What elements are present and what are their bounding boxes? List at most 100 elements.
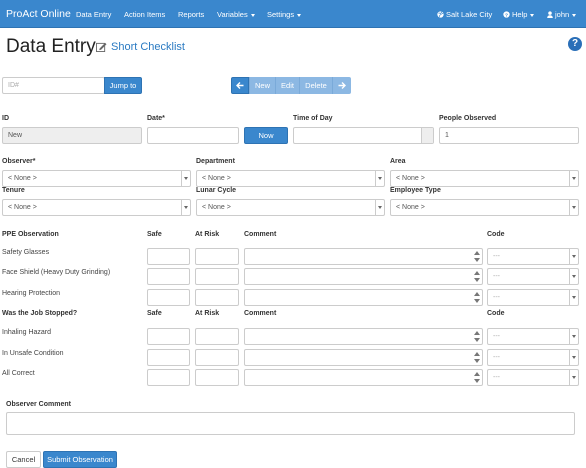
resize-stepper-icon <box>474 351 480 364</box>
page-title: Data Entry <box>6 36 96 57</box>
observer-select[interactable]: < None > <box>2 170 191 187</box>
brand-logo[interactable]: ProAct Online <box>6 8 71 20</box>
next-button[interactable] <box>332 77 351 94</box>
new-button[interactable]: New <box>249 77 275 94</box>
tenure-label: Tenure <box>2 187 25 194</box>
comment-input[interactable] <box>244 349 483 366</box>
observation-row-label: In Unsafe Condition <box>2 350 64 357</box>
employee-type-select[interactable]: < None > <box>390 199 579 216</box>
safe-count-input[interactable] <box>147 328 190 345</box>
code-select[interactable]: --- <box>487 369 579 386</box>
safe-count-input[interactable] <box>147 248 190 265</box>
nav-help[interactable]: ? Help <box>503 10 535 19</box>
resize-stepper-icon <box>474 291 480 304</box>
time-of-day-label: Time of Day <box>293 115 333 122</box>
time-of-day-field[interactable] <box>293 127 434 144</box>
code-value: --- <box>493 253 500 260</box>
area-select[interactable]: < None > <box>390 170 579 187</box>
code-select[interactable]: --- <box>487 349 579 366</box>
code-select[interactable]: --- <box>487 328 579 345</box>
tenure-value: < None > <box>8 204 37 211</box>
nav-user-label: john <box>555 10 570 19</box>
chevron-down-icon <box>181 200 190 215</box>
arrow-right-icon <box>338 82 346 89</box>
date-field[interactable] <box>147 127 239 144</box>
arrow-left-icon <box>236 82 244 89</box>
code-select[interactable]: --- <box>487 268 579 285</box>
comment-input[interactable] <box>244 248 483 265</box>
observation-row-label: All Correct <box>2 370 35 377</box>
chevron-down-icon <box>569 350 578 365</box>
chevron-down-icon <box>569 171 578 186</box>
chevron-down-icon <box>375 171 384 186</box>
at-risk-count-input[interactable] <box>195 248 239 265</box>
help-icon[interactable]: ? <box>568 37 582 51</box>
comment-input[interactable] <box>244 268 483 285</box>
code-value: --- <box>493 374 500 381</box>
comment-input[interactable] <box>244 328 483 345</box>
nav-user[interactable]: john <box>547 10 577 19</box>
tenure-select[interactable]: < None > <box>2 199 191 216</box>
observer-value: < None > <box>8 175 37 182</box>
jump-to-button[interactable]: Jump to <box>104 77 142 94</box>
code-value: --- <box>493 354 500 361</box>
cancel-button[interactable]: Cancel <box>6 451 41 468</box>
employee-type-value: < None > <box>396 204 425 211</box>
code-value: --- <box>493 273 500 280</box>
observation-row-label: Face Shield (Heavy Duty Grinding) <box>2 269 111 276</box>
chevron-down-icon <box>250 13 255 17</box>
people-observed-field[interactable]: 1 <box>439 127 579 144</box>
edit-button[interactable]: Edit <box>275 77 299 94</box>
code-value: --- <box>493 333 500 340</box>
chevron-down-icon <box>375 200 384 215</box>
safe-count-input[interactable] <box>147 349 190 366</box>
delete-button[interactable]: Delete <box>299 77 332 94</box>
at-risk-count-input[interactable] <box>195 369 239 386</box>
resize-stepper-icon <box>474 371 480 384</box>
department-label: Department <box>196 158 235 165</box>
top-navbar: ProAct Online Data Entry Action Items Re… <box>0 0 586 28</box>
submit-observation-button[interactable]: Submit Observation <box>43 451 117 468</box>
chevron-down-icon <box>572 13 577 17</box>
at-risk-count-input[interactable] <box>195 349 239 366</box>
checklist-link[interactable]: Short Checklist <box>111 41 185 53</box>
lunar-cycle-select[interactable]: < None > <box>196 199 385 216</box>
nav-settings-label: Settings <box>267 10 295 19</box>
comment-column-header: Comment <box>244 231 277 238</box>
observation-row-label: Hearing Protection <box>2 290 60 297</box>
id-search-input[interactable]: ID# <box>2 77 105 94</box>
safe-count-input[interactable] <box>147 268 190 285</box>
at-risk-count-input[interactable] <box>195 268 239 285</box>
code-select[interactable]: --- <box>487 289 579 306</box>
observer-comment-textarea[interactable] <box>6 412 575 435</box>
observation-row-label: Safety Glasses <box>2 249 50 256</box>
nav-location[interactable]: Salt Lake City <box>437 10 492 19</box>
safe-count-input[interactable] <box>147 289 190 306</box>
nav-action-items[interactable]: Action Items <box>124 10 165 19</box>
at-risk-count-input[interactable] <box>195 289 239 306</box>
nav-variables-label: Variables <box>217 10 248 19</box>
nav-settings[interactable]: Settings <box>267 10 302 19</box>
department-select[interactable]: < None > <box>196 170 385 187</box>
safe-column-header: Safe <box>147 310 162 317</box>
code-column-header: Code <box>487 231 505 238</box>
nav-variables[interactable]: Variables <box>217 10 255 19</box>
safe-count-input[interactable] <box>147 369 190 386</box>
id-label: ID <box>2 115 9 122</box>
nav-data-entry[interactable]: Data Entry <box>76 10 111 19</box>
chevron-down-icon <box>297 13 302 17</box>
nav-location-label: Salt Lake City <box>446 10 493 19</box>
comment-input[interactable] <box>244 369 483 386</box>
comment-input[interactable] <box>244 289 483 306</box>
code-select[interactable]: --- <box>487 248 579 265</box>
section-title: Was the Job Stopped? <box>2 310 78 317</box>
at-risk-column-header: At Risk <box>195 231 220 238</box>
code-column-header: Code <box>487 310 505 317</box>
at-risk-count-input[interactable] <box>195 328 239 345</box>
chevron-down-icon <box>569 329 578 344</box>
edit-icon[interactable] <box>96 42 107 52</box>
time-picker-addon[interactable] <box>421 128 433 143</box>
now-button[interactable]: Now <box>244 127 288 144</box>
nav-reports[interactable]: Reports <box>178 10 204 19</box>
previous-button[interactable] <box>231 77 249 94</box>
